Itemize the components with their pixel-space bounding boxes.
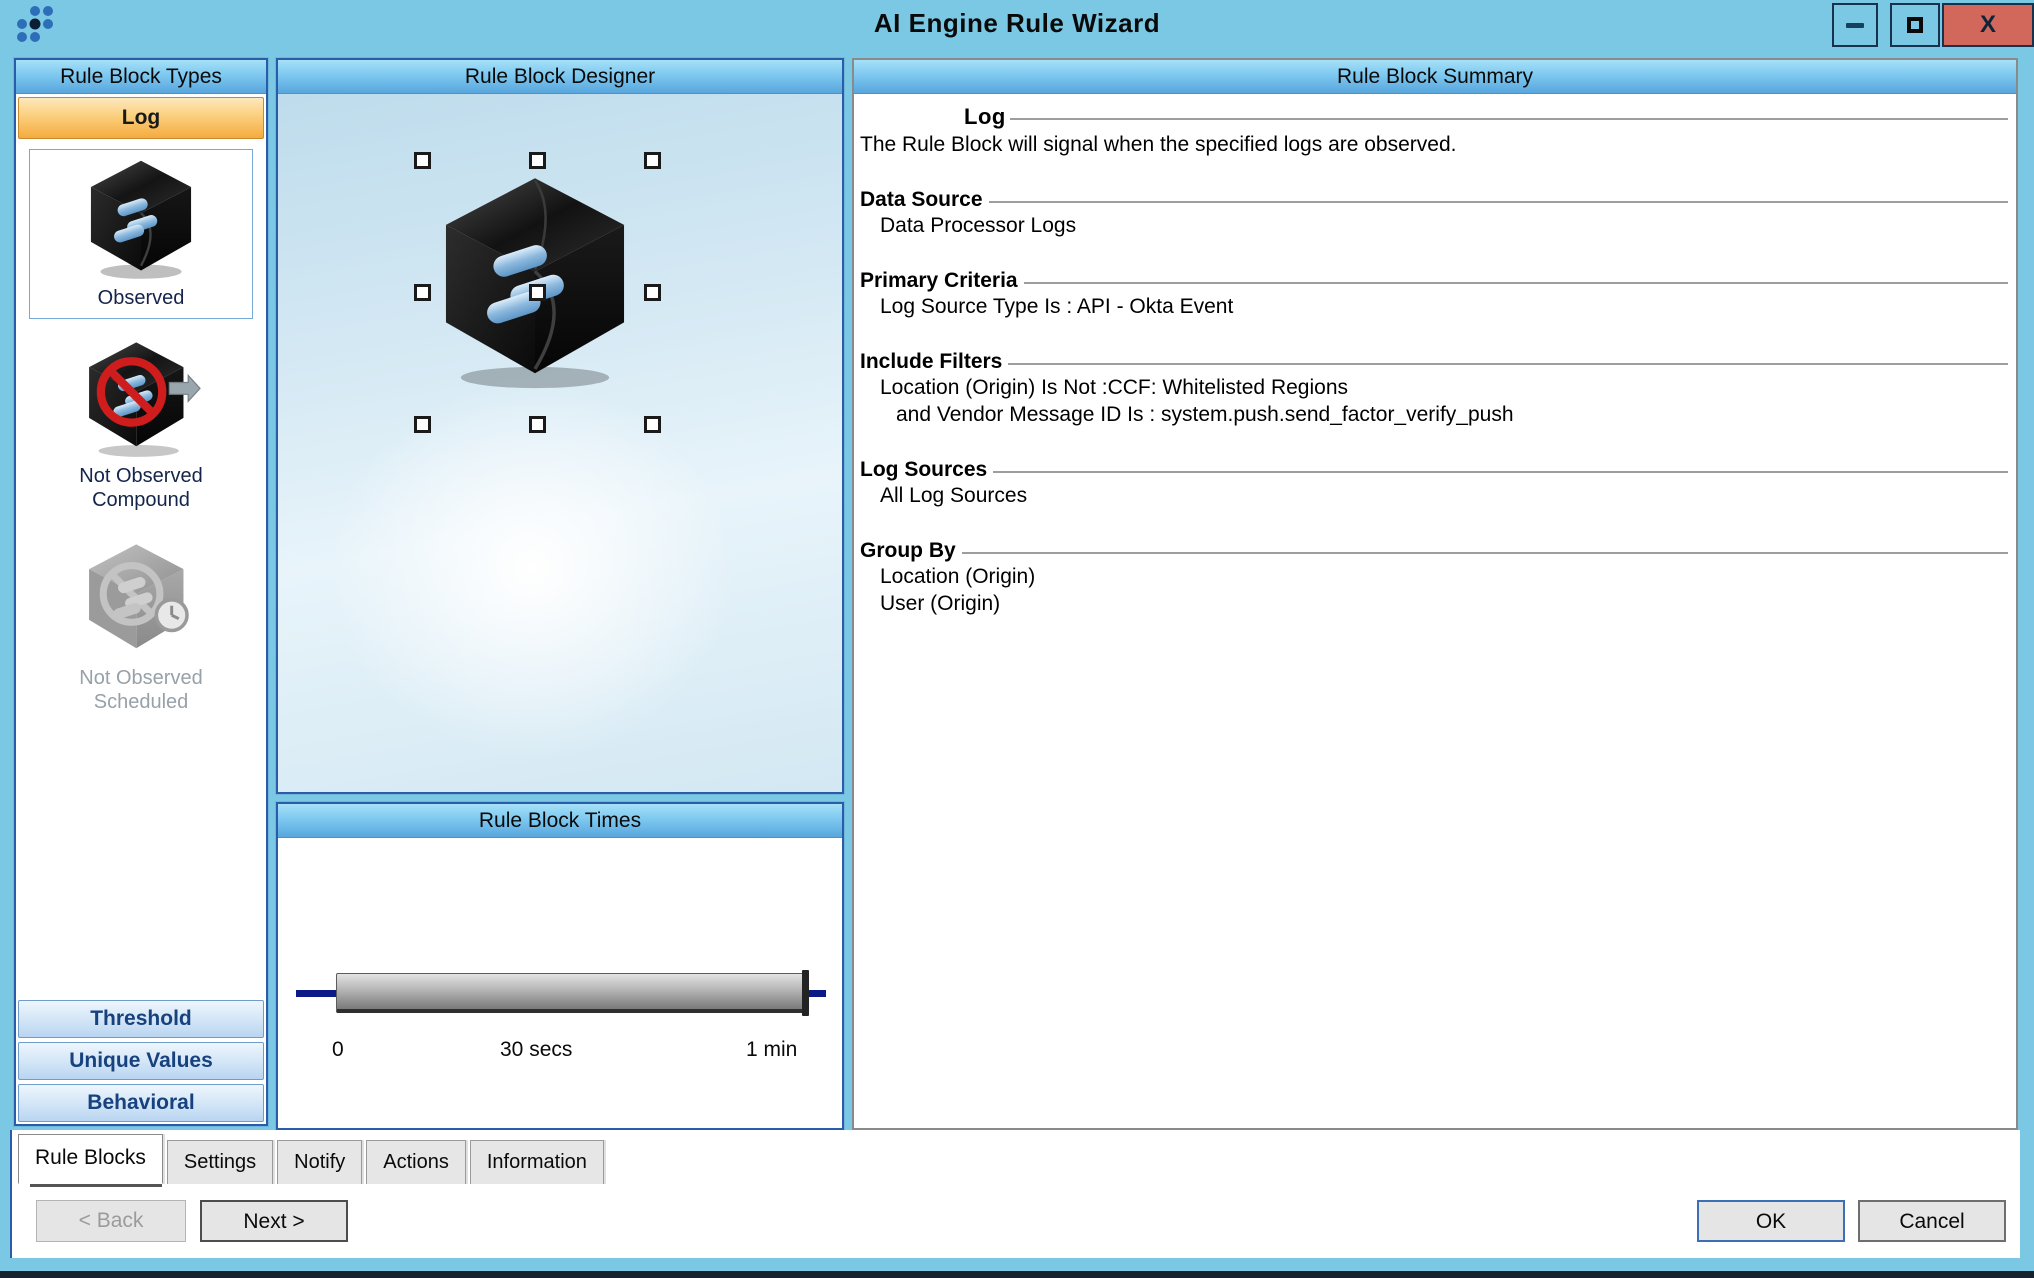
minimize-icon bbox=[1846, 23, 1864, 28]
tab-information[interactable]: Information bbox=[470, 1140, 604, 1184]
list-item-not-observed-compound[interactable]: Not Observed Compound bbox=[29, 333, 253, 521]
section-heading: Include Filters bbox=[860, 350, 1008, 374]
rule-block-types-panel: Rule Block Types Log bbox=[14, 58, 268, 1126]
maximize-button[interactable] bbox=[1890, 3, 1940, 47]
rule-block-type-list: Observed Not O bbox=[16, 141, 266, 998]
active-tab-underline bbox=[30, 1184, 162, 1187]
selection-handle[interactable] bbox=[414, 284, 431, 301]
summary-description: The Rule Block will signal when the spec… bbox=[860, 132, 2008, 158]
minimize-button[interactable] bbox=[1832, 3, 1878, 47]
time-slider-bar[interactable] bbox=[336, 973, 808, 1013]
selection-handle[interactable] bbox=[644, 284, 661, 301]
divider bbox=[993, 471, 2008, 473]
rule-block-types-header: Rule Block Types bbox=[16, 60, 266, 94]
section-value: User (Origin) bbox=[860, 590, 2008, 617]
summary-title: Log bbox=[964, 104, 1010, 130]
divider bbox=[989, 201, 2008, 203]
section-value: Log Source Type Is : API - Okta Event bbox=[860, 293, 2008, 320]
designer-cube-icon[interactable] bbox=[429, 169, 641, 391]
list-item-label: Observed bbox=[34, 286, 248, 310]
rule-block-times-header: Rule Block Times bbox=[278, 804, 842, 838]
wizard-tab-strip: Rule Blocks Settings Notify Actions Info… bbox=[18, 1134, 608, 1184]
behavioral-type-button[interactable]: Behavioral bbox=[18, 1084, 264, 1122]
titlebar: AI Engine Rule Wizard X bbox=[0, 0, 2034, 50]
section-value: Data Processor Logs bbox=[860, 212, 2008, 239]
section-value: and Vendor Message ID Is : system.push.s… bbox=[860, 401, 2008, 428]
section-heading: Group By bbox=[860, 539, 962, 563]
section-heading: Primary Criteria bbox=[860, 269, 1024, 293]
back-button[interactable]: < Back bbox=[36, 1200, 186, 1242]
ok-button[interactable]: OK bbox=[1697, 1200, 1845, 1242]
selection-handle[interactable] bbox=[414, 152, 431, 169]
rule-block-summary-panel: Rule Block Summary Log The Rule Block wi… bbox=[852, 58, 2018, 1130]
cancel-button[interactable]: Cancel bbox=[1858, 1200, 2006, 1242]
rule-block-designer-header: Rule Block Designer bbox=[278, 60, 842, 94]
tick-label-0: 0 bbox=[332, 1038, 344, 1062]
list-item-label: Not Observed Scheduled bbox=[34, 666, 248, 714]
log-type-button[interactable]: Log bbox=[18, 97, 264, 139]
list-item-label: Not Observed Compound bbox=[34, 464, 248, 512]
divider bbox=[10, 1130, 12, 1258]
observed-cube-icon bbox=[81, 156, 201, 280]
times-body: 0 30 secs 1 min bbox=[278, 838, 842, 1128]
tab-settings[interactable]: Settings bbox=[167, 1140, 273, 1184]
threshold-type-button[interactable]: Threshold bbox=[18, 1000, 264, 1038]
divider bbox=[1008, 363, 2008, 365]
selection-handle[interactable] bbox=[529, 416, 546, 433]
tick-label-30secs: 30 secs bbox=[500, 1038, 572, 1062]
close-button[interactable]: X bbox=[1942, 3, 2034, 47]
maximize-icon bbox=[1907, 17, 1923, 33]
ai-engine-rule-wizard-window: AI Engine Rule Wizard X Rule Block Types… bbox=[0, 0, 2034, 1278]
tab-rule-blocks[interactable]: Rule Blocks bbox=[18, 1134, 163, 1184]
not-observed-compound-icon bbox=[81, 340, 201, 458]
window-title: AI Engine Rule Wizard bbox=[0, 8, 2034, 39]
selection-handle[interactable] bbox=[644, 416, 661, 433]
rule-block-designer-panel: Rule Block Designer bbox=[276, 58, 844, 794]
summary-body: Log The Rule Block will signal when the … bbox=[854, 94, 2016, 1128]
section-heading: Data Source bbox=[860, 188, 989, 212]
selection-handle[interactable] bbox=[529, 152, 546, 169]
tab-actions[interactable]: Actions bbox=[366, 1140, 466, 1184]
next-button[interactable]: Next > bbox=[200, 1200, 348, 1242]
tick-label-1min: 1 min bbox=[746, 1038, 797, 1062]
selection-handle[interactable] bbox=[644, 152, 661, 169]
divider bbox=[1010, 118, 2008, 120]
section-value: Location (Origin) Is Not :CCF: Whitelist… bbox=[860, 374, 2008, 401]
section-heading: Log Sources bbox=[860, 458, 993, 482]
divider bbox=[962, 552, 2008, 554]
not-observed-scheduled-icon bbox=[81, 542, 201, 660]
section-value: All Log Sources bbox=[860, 482, 2008, 509]
selection-handle[interactable] bbox=[529, 284, 546, 301]
designer-canvas[interactable] bbox=[278, 94, 842, 792]
rule-block-summary-header: Rule Block Summary bbox=[854, 60, 2016, 94]
list-item-not-observed-scheduled[interactable]: Not Observed Scheduled bbox=[29, 535, 253, 723]
unique-values-type-button[interactable]: Unique Values bbox=[18, 1042, 264, 1080]
window-bottom-border bbox=[0, 1258, 2034, 1271]
selection-handle[interactable] bbox=[414, 416, 431, 433]
tab-notify[interactable]: Notify bbox=[277, 1140, 362, 1184]
divider bbox=[1024, 282, 2008, 284]
time-slider-handle[interactable] bbox=[802, 970, 809, 1016]
rule-block-times-panel: Rule Block Times 0 30 secs 1 min bbox=[276, 802, 844, 1130]
list-item-observed[interactable]: Observed bbox=[29, 149, 253, 319]
section-value: Location (Origin) bbox=[860, 563, 2008, 590]
screen-edge bbox=[0, 1271, 2034, 1278]
